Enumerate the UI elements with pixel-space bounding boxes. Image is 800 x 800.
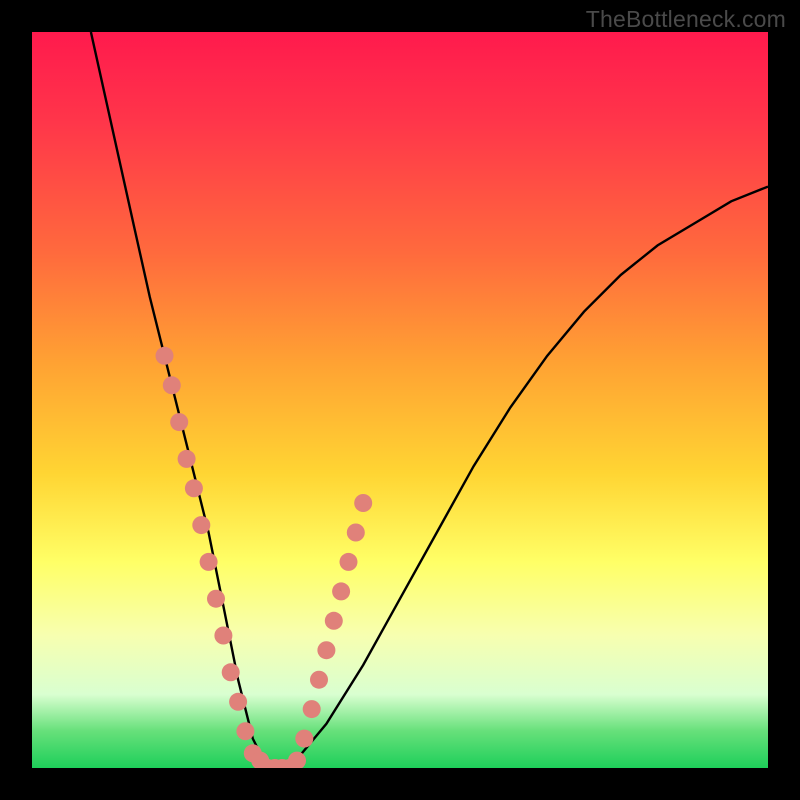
highlight-dot [178,450,196,468]
highlight-dot [340,553,358,571]
highlight-dot [332,582,350,600]
highlight-dot [347,524,365,542]
chart-frame: TheBottleneck.com [0,0,800,800]
chart-plot-area [32,32,768,768]
highlight-dot [192,516,210,534]
highlight-dot [200,553,218,571]
bottleneck-curve [91,32,768,768]
highlight-dot [354,494,372,512]
highlight-dot [303,700,321,718]
highlight-dot [214,627,232,645]
highlight-dot [207,590,225,608]
highlight-dot [229,693,247,711]
highlight-dot [317,641,335,659]
highlight-dot [325,612,343,630]
highlight-dot [288,752,306,768]
highlight-dot [156,347,174,365]
chart-svg [32,32,768,768]
highlight-dot [295,730,313,748]
highlight-dot [185,479,203,497]
highlight-dot [222,663,240,681]
highlight-dot [236,722,254,740]
highlight-dots [156,347,373,768]
highlight-dot [170,413,188,431]
highlight-dot [163,376,181,394]
watermark-text: TheBottleneck.com [586,6,786,33]
highlight-dot [310,671,328,689]
